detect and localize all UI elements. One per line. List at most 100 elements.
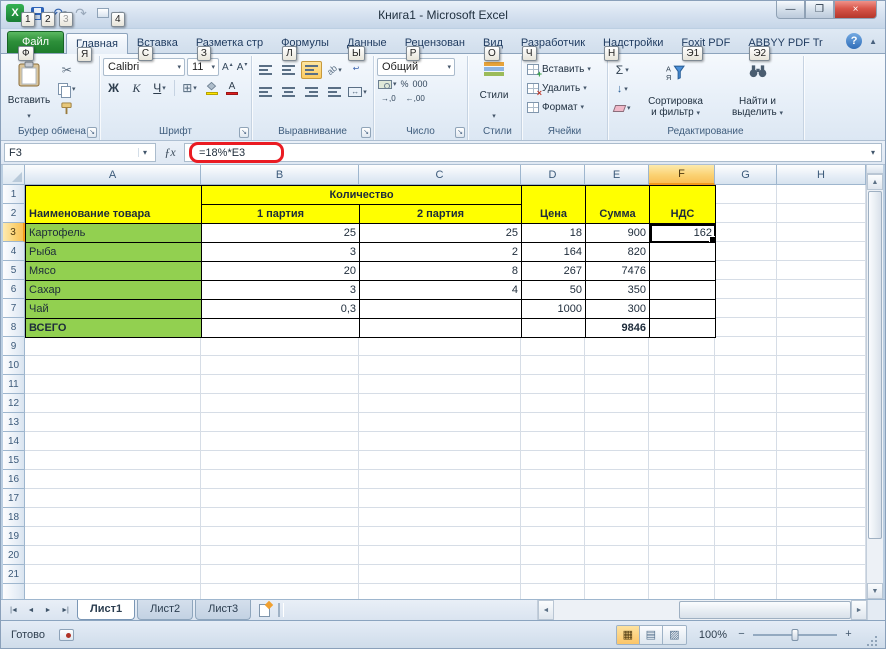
row-header-6[interactable]: 6 bbox=[3, 280, 25, 299]
cell-E13[interactable] bbox=[585, 413, 649, 432]
cell-G16[interactable] bbox=[715, 470, 777, 489]
cell-G21[interactable] bbox=[715, 565, 777, 584]
first-sheet-button[interactable]: |◄ bbox=[6, 603, 21, 618]
column-header-G[interactable]: G bbox=[715, 165, 777, 185]
zoom-in-button[interactable]: + bbox=[842, 629, 855, 640]
row-header-5[interactable]: 5 bbox=[3, 261, 25, 280]
zoom-thumb[interactable] bbox=[792, 629, 799, 641]
scrollbar-split-handle[interactable] bbox=[867, 165, 883, 174]
cell-D15[interactable] bbox=[521, 451, 585, 470]
cell-G14[interactable] bbox=[715, 432, 777, 451]
cell-A6[interactable]: Сахар bbox=[26, 281, 202, 300]
cell-A10[interactable] bbox=[25, 356, 201, 375]
tab-Данные[interactable]: ДанныеЫ bbox=[338, 33, 396, 53]
cell-C12[interactable] bbox=[359, 394, 521, 413]
cell-G7[interactable] bbox=[715, 299, 777, 318]
cell-C20[interactable] bbox=[359, 546, 521, 565]
row-header-13[interactable]: 13 bbox=[3, 413, 25, 432]
row-header-18[interactable]: 18 bbox=[3, 508, 25, 527]
align-center-button[interactable] bbox=[278, 83, 299, 101]
cell-F17[interactable] bbox=[649, 489, 715, 508]
cell-B10[interactable] bbox=[201, 356, 359, 375]
currency-format-button[interactable]: ▾ bbox=[377, 79, 398, 90]
cell-G15[interactable] bbox=[715, 451, 777, 470]
cell-C2[interactable]: 2 партия bbox=[360, 205, 522, 224]
tab-splitter[interactable] bbox=[278, 603, 284, 617]
row-header-19[interactable]: 19 bbox=[3, 527, 25, 546]
cell-D18[interactable] bbox=[521, 508, 585, 527]
comma-format-button[interactable]: 000 bbox=[412, 78, 429, 90]
cell-C14[interactable] bbox=[359, 432, 521, 451]
orientation-button[interactable]: ab▾ bbox=[324, 61, 345, 79]
cell-G3[interactable] bbox=[715, 223, 777, 242]
zoom-out-button[interactable]: − bbox=[735, 629, 748, 640]
cell-B9[interactable] bbox=[201, 337, 359, 356]
row-header-17[interactable]: 17 bbox=[3, 489, 25, 508]
cell-C10[interactable] bbox=[359, 356, 521, 375]
horizontal-scroll-track[interactable] bbox=[554, 600, 851, 620]
vertical-scroll-track[interactable] bbox=[867, 540, 883, 583]
cell-B18[interactable] bbox=[201, 508, 359, 527]
cell-A1-merged[interactable]: Наименование товара bbox=[26, 186, 202, 224]
cell-E12[interactable] bbox=[585, 394, 649, 413]
cell-E5[interactable]: 7476 bbox=[586, 262, 650, 281]
cell-A8[interactable]: ВСЕГО bbox=[26, 319, 202, 338]
cell-C9[interactable] bbox=[359, 337, 521, 356]
cell-C3[interactable]: 25 bbox=[360, 224, 522, 243]
alignment-dialog-launcher[interactable]: ↘ bbox=[361, 127, 371, 138]
cell-F10[interactable] bbox=[649, 356, 715, 375]
cell-F11[interactable] bbox=[649, 375, 715, 394]
insert-function-button[interactable]: ƒx bbox=[158, 145, 182, 160]
tab-Главная[interactable]: ГлавнаяЯ bbox=[66, 33, 128, 54]
cell-E1-merged[interactable]: Сумма bbox=[586, 186, 650, 224]
cell-A3[interactable]: Картофель bbox=[26, 224, 202, 243]
column-header-H[interactable]: H bbox=[777, 165, 866, 185]
tab-Формулы[interactable]: ФормулыЛ bbox=[272, 33, 338, 53]
cell-A17[interactable] bbox=[25, 489, 201, 508]
cell-H15[interactable] bbox=[777, 451, 866, 470]
vertical-scrollbar[interactable]: ▲ ▼ bbox=[866, 165, 883, 599]
scroll-up-button[interactable]: ▲ bbox=[867, 174, 883, 190]
cell-E21[interactable] bbox=[585, 565, 649, 584]
cell-F6[interactable] bbox=[650, 281, 716, 300]
scroll-right-button[interactable]: ► bbox=[851, 600, 867, 620]
scroll-down-button[interactable]: ▼ bbox=[867, 583, 883, 599]
cell-D20[interactable] bbox=[521, 546, 585, 565]
cell-G4[interactable] bbox=[715, 242, 777, 261]
tab-Файл[interactable]: ФайлФ bbox=[7, 31, 64, 53]
find-select-button[interactable]: Найти ивыделить ▾ bbox=[718, 60, 798, 120]
cell-F18[interactable] bbox=[649, 508, 715, 527]
cell-C16[interactable] bbox=[359, 470, 521, 489]
cell-B4[interactable]: 3 bbox=[202, 243, 360, 262]
cell-H14[interactable] bbox=[777, 432, 866, 451]
cell-B13[interactable] bbox=[201, 413, 359, 432]
row-header-15[interactable]: 15 bbox=[3, 451, 25, 470]
row-header-1[interactable]: 1 bbox=[3, 185, 25, 204]
cell-E8[interactable]: 9846 bbox=[586, 319, 650, 338]
cell-E11[interactable] bbox=[585, 375, 649, 394]
cell-G2[interactable] bbox=[715, 204, 777, 223]
tab-Вид[interactable]: ВидО bbox=[474, 33, 512, 53]
cell-F12[interactable] bbox=[649, 394, 715, 413]
tab-Рецензован[interactable]: РецензованР bbox=[396, 33, 474, 53]
cell-E9[interactable] bbox=[585, 337, 649, 356]
cell-A19[interactable] bbox=[25, 527, 201, 546]
cell-H2[interactable] bbox=[777, 204, 866, 223]
cell-D16[interactable] bbox=[521, 470, 585, 489]
clear-button[interactable]: ▾ bbox=[611, 100, 634, 116]
cell-C15[interactable] bbox=[359, 451, 521, 470]
cell-A4[interactable]: Рыба bbox=[26, 243, 202, 262]
row-header-12[interactable]: 12 bbox=[3, 394, 25, 413]
align-left-button[interactable] bbox=[255, 83, 276, 101]
cell-A16[interactable] bbox=[25, 470, 201, 489]
cell-G10[interactable] bbox=[715, 356, 777, 375]
cell-G19[interactable] bbox=[715, 527, 777, 546]
select-all-corner[interactable] bbox=[3, 165, 25, 185]
cell-G13[interactable] bbox=[715, 413, 777, 432]
cell-B8[interactable] bbox=[202, 319, 360, 338]
cell-F16[interactable] bbox=[649, 470, 715, 489]
cell-D4[interactable]: 164 bbox=[522, 243, 586, 262]
cell-H11[interactable] bbox=[777, 375, 866, 394]
close-button[interactable]: × bbox=[834, 1, 877, 19]
cell-G12[interactable] bbox=[715, 394, 777, 413]
